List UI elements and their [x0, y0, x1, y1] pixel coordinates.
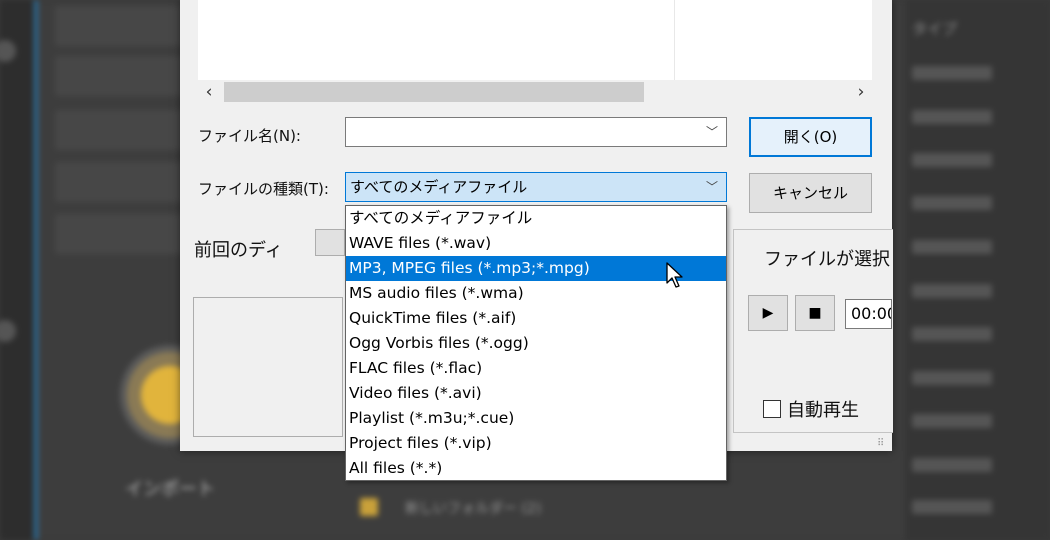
- background-list-row: [912, 371, 992, 385]
- dropdown-option[interactable]: すべてのメディアファイル: [346, 206, 726, 231]
- previous-directory-button[interactable]: [315, 229, 345, 256]
- background-list-row: [912, 327, 992, 341]
- background-list-row: [912, 110, 992, 124]
- checkbox-icon[interactable]: [763, 400, 781, 418]
- background-list-header: タイプ: [912, 20, 958, 38]
- stop-button[interactable]: ■: [795, 295, 835, 331]
- background-menu: [55, 0, 185, 540]
- background-list-row: [912, 240, 992, 254]
- filetype-select[interactable]: すべてのメディアファイル ﹀: [345, 172, 727, 202]
- background-menu-item: [55, 6, 185, 46]
- file-list-column-divider: [674, 0, 675, 80]
- background-list-row: [912, 500, 992, 514]
- background-menu-item: [55, 214, 185, 254]
- background-import-label: インポート: [125, 479, 215, 500]
- stop-icon: ■: [808, 305, 822, 321]
- dropdown-option[interactable]: FLAC files (*.flac): [346, 356, 726, 381]
- previous-directory-label: 前回のディ: [194, 240, 283, 261]
- filename-input[interactable]: ﹀: [345, 117, 727, 147]
- folder-icon: [360, 498, 378, 516]
- background-list-row: [912, 414, 992, 428]
- dropdown-option[interactable]: All files (*.*): [346, 456, 726, 481]
- chevron-down-icon[interactable]: ﹀: [706, 173, 718, 201]
- file-list-pane[interactable]: [198, 0, 872, 80]
- time-display: 00:00: [845, 299, 892, 329]
- background-list-row: [912, 458, 992, 472]
- background-list-row: [912, 284, 992, 298]
- background-menu-item: [55, 162, 185, 202]
- background-menu-item: [55, 56, 185, 96]
- dropdown-option[interactable]: Playlist (*.m3u;*.cue): [346, 406, 726, 431]
- chevron-down-icon[interactable]: ﹀: [706, 118, 718, 146]
- dropdown-option[interactable]: QuickTime files (*.aif): [346, 306, 726, 331]
- background-list-row: [912, 153, 992, 167]
- dropdown-option[interactable]: Ogg Vorbis files (*.ogg): [346, 331, 726, 356]
- autoplay-label: 自動再生: [787, 400, 859, 421]
- selection-status-text: ファイルが選択: [764, 249, 890, 270]
- dropdown-option[interactable]: Project files (*.vip): [346, 431, 726, 456]
- filetype-dropdown-list: すべてのメディアファイル WAVE files (*.wav) MP3, MPE…: [345, 205, 727, 481]
- dropdown-option[interactable]: Video files (*.avi): [346, 381, 726, 406]
- autoplay-checkbox[interactable]: 自動再生: [763, 396, 859, 422]
- background-list-row: [912, 66, 992, 80]
- filetype-label: ファイルの種類(T):: [198, 180, 329, 198]
- filename-label: ファイル名(N):: [198, 127, 301, 145]
- play-icon: ▶: [762, 305, 774, 321]
- scroll-left-icon[interactable]: ‹: [198, 82, 220, 102]
- background-left-toolbar: [0, 0, 38, 540]
- mouse-pointer-icon: [666, 262, 683, 288]
- open-button[interactable]: 開く(O): [749, 117, 872, 157]
- resize-grip-icon[interactable]: ⠿: [877, 438, 884, 449]
- cancel-button[interactable]: キャンセル: [749, 173, 872, 213]
- scroll-right-icon[interactable]: ›: [850, 82, 872, 102]
- background-list-row: [912, 196, 992, 210]
- horizontal-scrollbar[interactable]: ‹ ›: [198, 80, 872, 104]
- preview-panel: [193, 297, 343, 437]
- background-folder-label: 新しいフォルダー (2): [405, 501, 542, 517]
- play-button[interactable]: ▶: [748, 295, 788, 331]
- scrollbar-thumb[interactable]: [224, 82, 644, 102]
- filetype-value: すべてのメディアファイル: [350, 178, 528, 196]
- dropdown-option[interactable]: WAVE files (*.wav): [346, 231, 726, 256]
- background-menu-item: [55, 110, 185, 150]
